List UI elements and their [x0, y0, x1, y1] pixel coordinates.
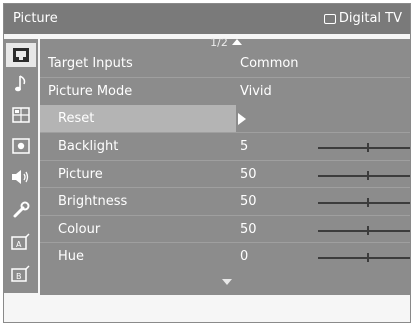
picture-icon[interactable] [6, 43, 36, 67]
category-sidebar: A B [4, 39, 38, 293]
row-value: 5 [240, 139, 249, 154]
row-label: Picture [58, 167, 103, 182]
row-label: Colour [58, 222, 101, 237]
menu-row-hue[interactable]: Hue 0 [40, 242, 410, 270]
lock-box-icon[interactable] [9, 135, 33, 157]
menu-row-reset[interactable]: Reset [40, 105, 236, 132]
slider-thumb[interactable] [367, 226, 369, 235]
menu-window: Picture Digital TV A B Target Inputs Com… [3, 3, 411, 323]
speaker-icon[interactable] [9, 166, 33, 188]
input-source-label: Digital TV [338, 11, 402, 26]
page-indicator: 1/2 [40, 36, 410, 50]
menu-row-target-inputs[interactable]: Target Inputs Common [40, 50, 410, 77]
tv-icon [323, 13, 336, 24]
menu-row-colour[interactable]: Colour 50 [40, 215, 410, 243]
scroll-up-icon[interactable] [231, 39, 242, 45]
row-label: Brightness [58, 194, 128, 209]
brightness-slider[interactable] [318, 198, 410, 207]
row-value: 50 [240, 167, 257, 182]
row-value: 50 [240, 194, 257, 209]
menu-row-picture-mode[interactable]: Picture Mode Vivid [40, 77, 410, 105]
menu-row-backlight[interactable]: Backlight 5 [40, 132, 410, 160]
settings-list: Target Inputs Common Picture Mode Vivid … [40, 39, 410, 295]
input-b-icon[interactable]: B [9, 263, 33, 285]
row-value: Vivid [240, 84, 272, 99]
menu-row-picture[interactable]: Picture 50 [40, 160, 410, 188]
backlight-slider[interactable] [318, 143, 410, 152]
input-source-indicator: Digital TV [323, 11, 402, 26]
row-label: Backlight [58, 139, 119, 154]
row-label: Picture Mode [48, 84, 133, 99]
row-value: 0 [240, 249, 249, 264]
svg-text:A: A [16, 240, 22, 249]
colour-slider[interactable] [318, 226, 410, 235]
hue-slider[interactable] [318, 253, 410, 262]
row-label: Reset [58, 111, 95, 126]
picture-slider[interactable] [318, 171, 410, 180]
slider-thumb[interactable] [367, 171, 369, 180]
scroll-down-icon[interactable] [222, 279, 232, 285]
music-note-icon[interactable] [9, 73, 33, 95]
grid-icon[interactable] [9, 104, 33, 126]
input-a-icon[interactable]: A [9, 231, 33, 253]
page-number: 1/2 [210, 36, 228, 49]
arrow-right-icon [238, 113, 246, 125]
slider-thumb[interactable] [367, 198, 369, 207]
title-bar: Picture Digital TV [4, 4, 410, 34]
row-value: 50 [240, 222, 257, 237]
wrench-icon[interactable] [9, 199, 33, 221]
row-value: Common [240, 56, 299, 71]
row-label: Hue [58, 249, 85, 264]
row-label: Target Inputs [48, 56, 133, 71]
slider-thumb[interactable] [367, 253, 369, 262]
window-title: Picture [13, 11, 58, 26]
slider-thumb[interactable] [367, 143, 369, 152]
menu-row-brightness[interactable]: Brightness 50 [40, 187, 410, 215]
svg-text:B: B [16, 272, 22, 281]
